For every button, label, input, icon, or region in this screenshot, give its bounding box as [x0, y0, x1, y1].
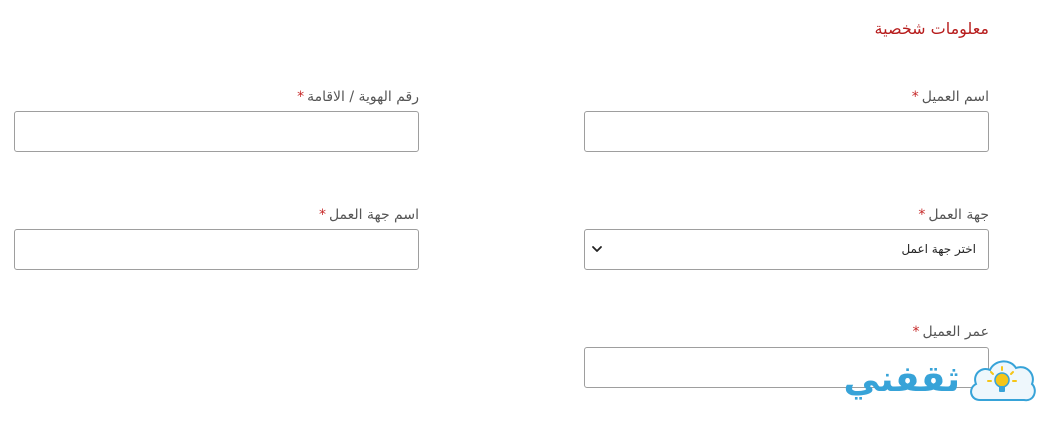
customer-name-label: اسم العميل* — [912, 89, 989, 105]
required-asterisk: * — [318, 207, 326, 223]
section-title: معلومات شخصية — [874, 19, 989, 38]
watermark: ثقفني — [832, 352, 1038, 414]
employer-select-value: اختر جهة اعمل — [901, 242, 976, 256]
required-asterisk: * — [297, 89, 305, 105]
employer-name-label-text: اسم جهة العمل — [328, 207, 419, 223]
customer-name-input[interactable] — [584, 111, 989, 152]
customer-name-label-text: اسم العميل — [921, 89, 989, 105]
id-number-label-text: رقم الهوية / الاقامة — [307, 89, 419, 105]
customer-age-label-text: عمر العميل — [922, 324, 989, 340]
lightbulb-icon — [970, 360, 1036, 402]
employer-select[interactable]: اختر جهة اعمل — [584, 229, 989, 270]
employer-name-input[interactable] — [14, 229, 419, 270]
id-number-input[interactable] — [14, 111, 419, 152]
required-asterisk: * — [911, 89, 919, 105]
required-asterisk: * — [912, 324, 920, 340]
employer-name-label: اسم جهة العمل* — [319, 207, 419, 223]
watermark-text: ثقفني — [843, 359, 960, 400]
required-asterisk: * — [918, 207, 926, 223]
customer-age-label: عمر العميل* — [913, 324, 989, 340]
employer-label: جهة العمل* — [918, 207, 989, 223]
employer-label-text: جهة العمل — [928, 207, 989, 223]
id-number-label: رقم الهوية / الاقامة* — [297, 89, 419, 105]
chevron-down-icon — [592, 246, 602, 252]
